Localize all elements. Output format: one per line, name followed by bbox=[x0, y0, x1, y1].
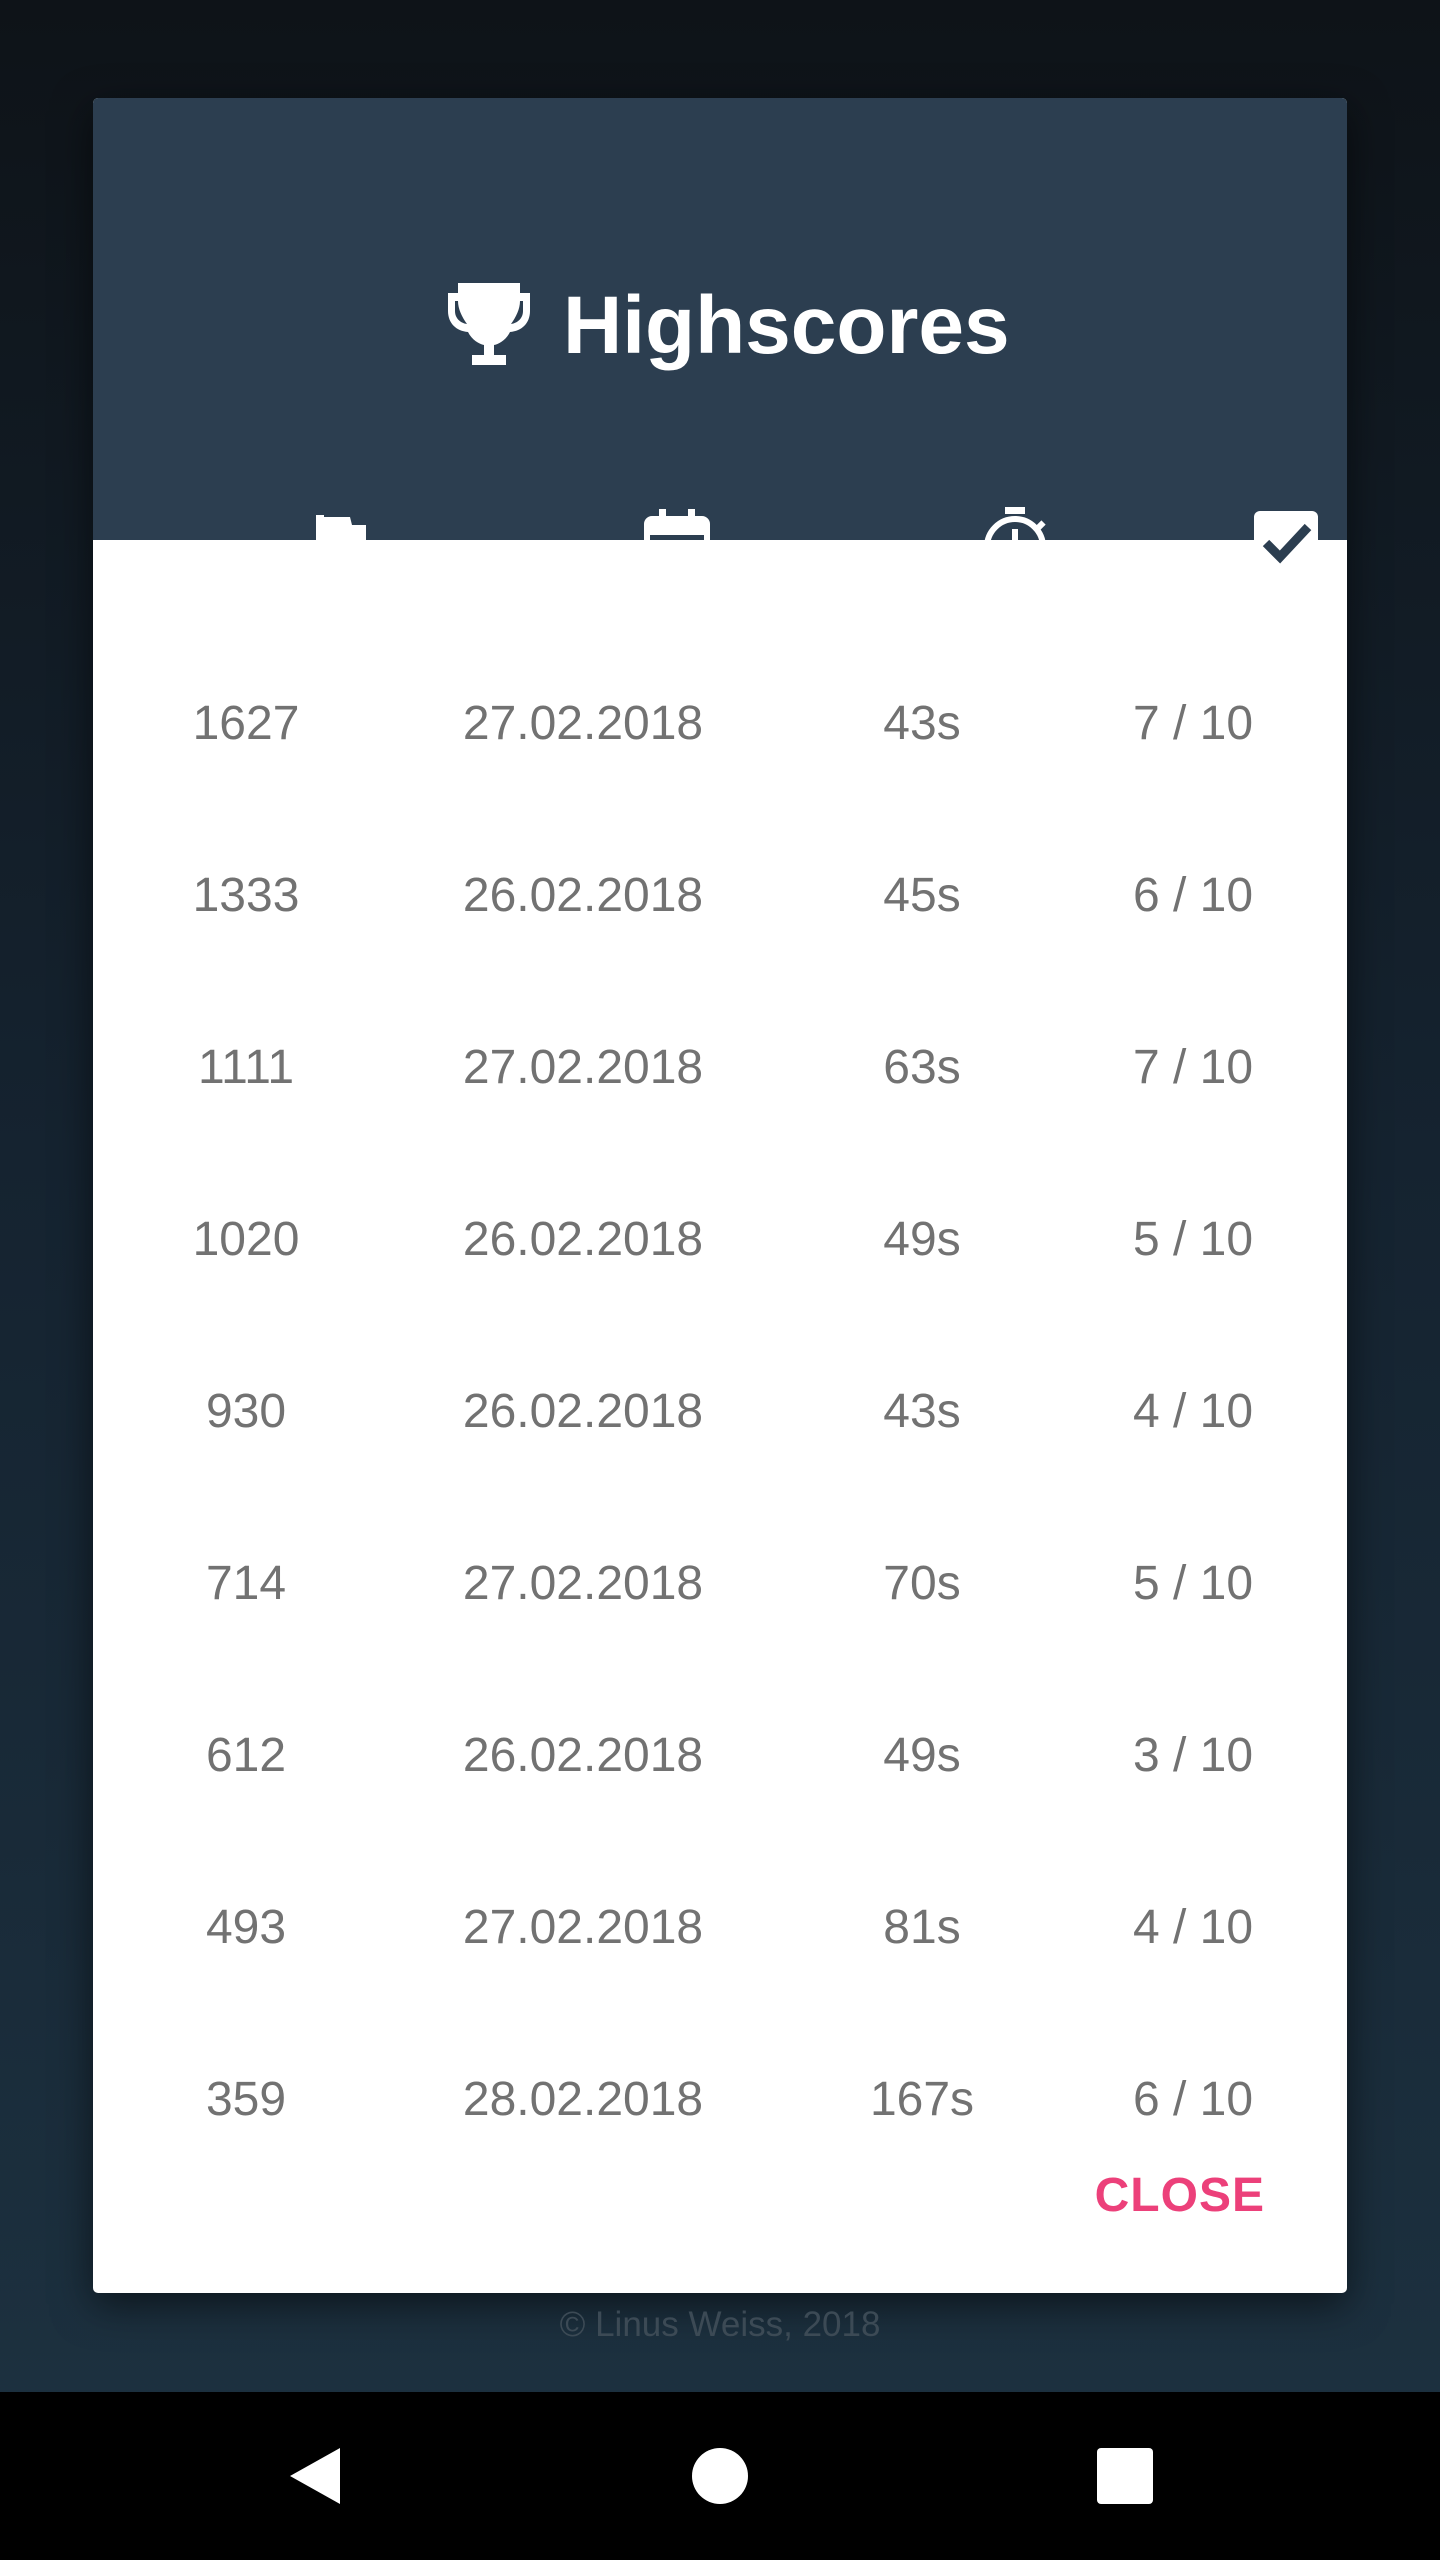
dialog-header: Highscores bbox=[93, 98, 1347, 578]
correct-answers-cell: 6 / 10 bbox=[1132, 869, 1254, 922]
correct-answers-cell: 5 / 10 bbox=[1132, 1557, 1254, 1610]
date-cell: 26.02.2018 bbox=[462, 1385, 704, 1438]
trophy-icon bbox=[448, 281, 530, 371]
table-row: 1333 26.02.2018 45s 6 / 10 bbox=[93, 810, 1347, 982]
time-cell: 43s bbox=[883, 1385, 961, 1438]
score-cell: 359 bbox=[205, 2073, 287, 2126]
back-icon[interactable] bbox=[268, 2428, 364, 2524]
score-cell: 1627 bbox=[192, 697, 300, 750]
navigation-bar bbox=[0, 2392, 1440, 2560]
time-cell: 81s bbox=[883, 1901, 961, 1954]
date-cell: 28.02.2018 bbox=[462, 2073, 704, 2126]
close-button[interactable]: CLOSE bbox=[1095, 2148, 1265, 2243]
date-cell: 26.02.2018 bbox=[462, 1729, 704, 1782]
recents-icon[interactable] bbox=[1077, 2428, 1173, 2524]
score-cell: 1111 bbox=[197, 1041, 295, 1094]
table-row: 612 26.02.2018 49s 3 / 10 bbox=[93, 1670, 1347, 1842]
time-cell: 49s bbox=[883, 1213, 961, 1266]
highscores-dialog: Highscores 1627 27.02.2018 43s 7 / 10 13… bbox=[93, 98, 1347, 2293]
correct-answers-cell: 7 / 10 bbox=[1132, 1041, 1254, 1094]
checkbox-icon bbox=[1246, 503, 1326, 583]
time-cell: 49s bbox=[883, 1729, 961, 1782]
date-cell: 27.02.2018 bbox=[462, 1901, 704, 1954]
date-cell: 26.02.2018 bbox=[462, 1213, 704, 1266]
score-cell: 930 bbox=[205, 1385, 287, 1438]
correct-answers-cell: 4 / 10 bbox=[1132, 1901, 1254, 1954]
home-icon[interactable] bbox=[672, 2428, 768, 2524]
table-row: 1020 26.02.2018 49s 5 / 10 bbox=[93, 1154, 1347, 1326]
calendar-icon bbox=[637, 503, 717, 583]
time-cell: 167s bbox=[869, 2073, 975, 2126]
table-row: 1111 27.02.2018 63s 7 / 10 bbox=[93, 982, 1347, 1154]
correct-answers-cell: 5 / 10 bbox=[1132, 1213, 1254, 1266]
correct-answers-cell: 3 / 10 bbox=[1132, 1729, 1254, 1782]
score-cell: 1020 bbox=[192, 1213, 300, 1266]
highscores-table: 1627 27.02.2018 43s 7 / 10 1333 26.02.2018 45s… bbox=[93, 638, 1347, 2186]
table-row: 714 27.02.2018 70s 5 / 10 bbox=[93, 1498, 1347, 1670]
score-cell: 1333 bbox=[192, 869, 300, 922]
dialog-title-row: Highscores bbox=[93, 266, 1347, 386]
correct-answers-cell: 4 / 10 bbox=[1132, 1385, 1254, 1438]
score-cell: 612 bbox=[205, 1729, 287, 1782]
copyright-text: © Linus Weiss, 2018 bbox=[559, 2305, 881, 2344]
time-cell: 43s bbox=[883, 697, 961, 750]
time-cell: 70s bbox=[883, 1557, 961, 1610]
flag-icon bbox=[300, 503, 380, 583]
date-cell: 27.02.2018 bbox=[462, 1557, 704, 1610]
date-cell: 27.02.2018 bbox=[462, 1041, 704, 1094]
dialog-title: Highscores bbox=[563, 280, 1010, 371]
score-cell: 714 bbox=[205, 1557, 287, 1610]
table-row: 493 27.02.2018 81s 4 / 10 bbox=[93, 1842, 1347, 2014]
date-cell: 26.02.2018 bbox=[462, 869, 704, 922]
time-cell: 45s bbox=[883, 869, 961, 922]
date-cell: 27.02.2018 bbox=[462, 697, 704, 750]
table-row: 930 26.02.2018 43s 4 / 10 bbox=[93, 1326, 1347, 1498]
score-cell: 493 bbox=[205, 1901, 287, 1954]
correct-answers-cell: 7 / 10 bbox=[1132, 697, 1254, 750]
time-cell: 63s bbox=[883, 1041, 961, 1094]
stopwatch-icon bbox=[975, 503, 1055, 583]
table-row: 1627 27.02.2018 43s 7 / 10 bbox=[93, 638, 1347, 810]
